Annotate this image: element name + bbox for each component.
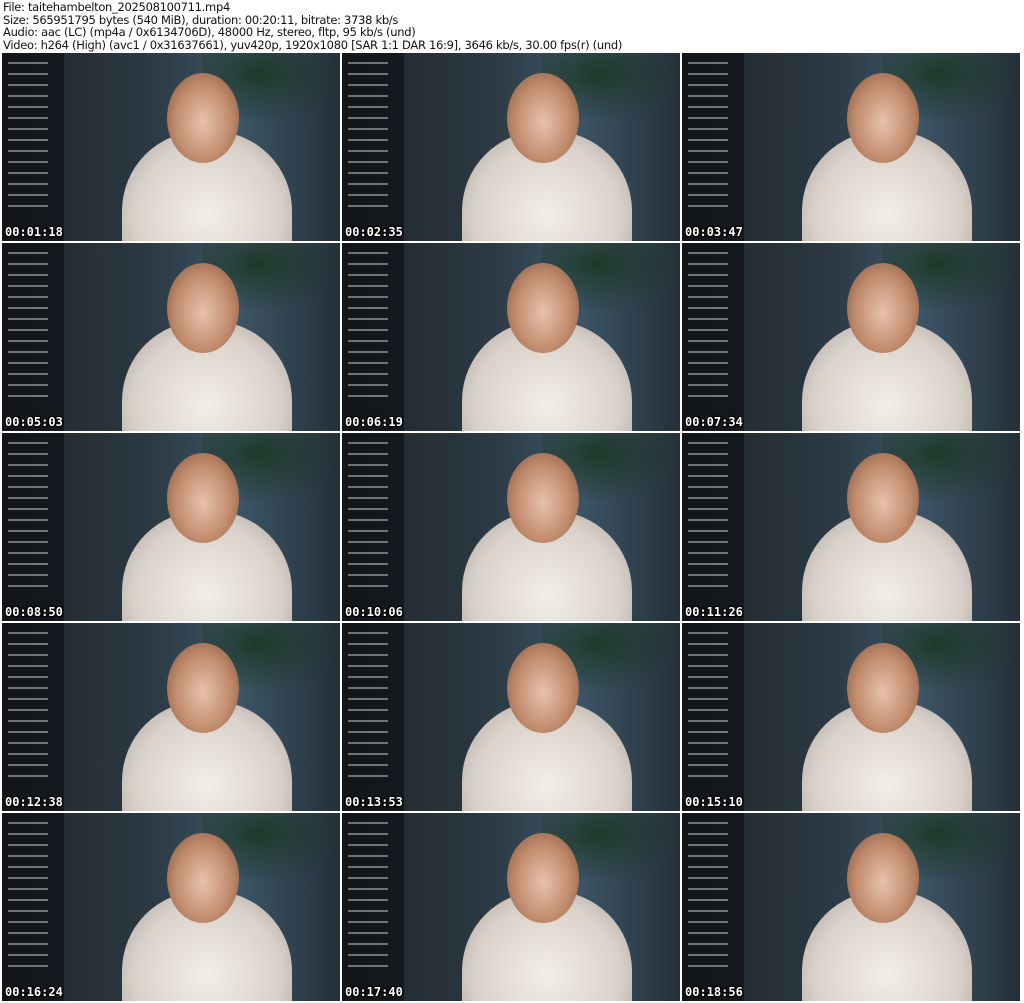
timestamp: 00:01:18 xyxy=(5,225,63,239)
video-thumbnail: 00:06:19 xyxy=(342,243,680,431)
stream-overlay-panel xyxy=(342,813,404,1001)
audio-info: Audio: aac (LC) (mp4a / 0x6134706D), 480… xyxy=(3,25,416,39)
timestamp: 00:18:56 xyxy=(685,985,743,999)
person-head xyxy=(507,73,579,163)
stream-overlay-panel xyxy=(342,53,404,241)
stream-overlay-panel xyxy=(342,243,404,431)
stream-overlay-panel xyxy=(682,243,744,431)
video-thumbnail: 00:10:06 xyxy=(342,433,680,621)
person-head xyxy=(507,833,579,923)
timestamp: 00:16:24 xyxy=(5,985,63,999)
stream-overlay-panel xyxy=(342,623,404,811)
stream-overlay-panel xyxy=(2,243,64,431)
video-thumbnail: 00:07:34 xyxy=(682,243,1020,431)
timestamp: 00:05:03 xyxy=(5,415,63,429)
stream-overlay-panel xyxy=(2,53,64,241)
person-head xyxy=(167,453,239,543)
timestamp: 00:10:06 xyxy=(345,605,403,619)
video-info: Video: h264 (High) (avc1 / 0x31637661), … xyxy=(3,37,623,52)
video-thumbnail: 00:12:38 xyxy=(2,623,340,811)
stream-overlay-panel xyxy=(682,813,744,1001)
person-head xyxy=(847,453,919,543)
timestamp: 00:06:19 xyxy=(345,415,403,429)
stream-overlay-panel xyxy=(2,433,64,621)
video-thumbnail: 00:05:03 xyxy=(2,243,340,431)
video-thumbnail: 00:18:56 xyxy=(682,813,1020,1001)
timestamp: 00:03:47 xyxy=(685,225,743,239)
timestamp: 00:08:50 xyxy=(5,605,63,619)
person-head xyxy=(507,263,579,353)
person-head xyxy=(167,263,239,353)
stream-overlay-panel xyxy=(2,813,64,1001)
stream-overlay-panel xyxy=(682,433,744,621)
file-name: File: taitehambelton_202508100711.mp4 xyxy=(3,0,230,14)
person-head xyxy=(507,453,579,543)
thumbnail-grid: 00:01:18 00:02:35 00:03:47 00:05:03 00:06:19… xyxy=(2,53,1020,1001)
video-thumbnail: 00:13:53 xyxy=(342,623,680,811)
timestamp: 00:02:35 xyxy=(345,225,403,239)
person-head xyxy=(167,73,239,163)
video-thumbnail: 00:11:26 xyxy=(682,433,1020,621)
timestamp: 00:17:40 xyxy=(345,985,403,999)
timestamp: 00:11:26 xyxy=(685,605,743,619)
video-thumbnail: 00:02:35 xyxy=(342,53,680,241)
video-thumbnail: 00:17:40 xyxy=(342,813,680,1001)
person-head xyxy=(167,643,239,733)
video-thumbnail: 00:01:18 xyxy=(2,53,340,241)
timestamp: 00:13:53 xyxy=(345,795,403,809)
timestamp: 00:07:34 xyxy=(685,415,743,429)
stream-overlay-panel xyxy=(2,623,64,811)
person-head xyxy=(847,263,919,353)
person-head xyxy=(847,73,919,163)
person-head xyxy=(507,643,579,733)
video-thumbnail: 00:16:24 xyxy=(2,813,340,1001)
stream-overlay-panel xyxy=(342,433,404,621)
person-head xyxy=(847,643,919,733)
video-thumbnail: 00:15:10 xyxy=(682,623,1020,811)
person-head xyxy=(167,833,239,923)
timestamp: 00:12:38 xyxy=(5,795,63,809)
timestamp: 00:15:10 xyxy=(685,795,743,809)
file-info-header: File: taitehambelton_202508100711.mp4 Si… xyxy=(3,1,622,51)
stream-overlay-panel xyxy=(682,53,744,241)
video-thumbnail: 00:03:47 xyxy=(682,53,1020,241)
person-head xyxy=(847,833,919,923)
video-thumbnail: 00:08:50 xyxy=(2,433,340,621)
stream-overlay-panel xyxy=(682,623,744,811)
